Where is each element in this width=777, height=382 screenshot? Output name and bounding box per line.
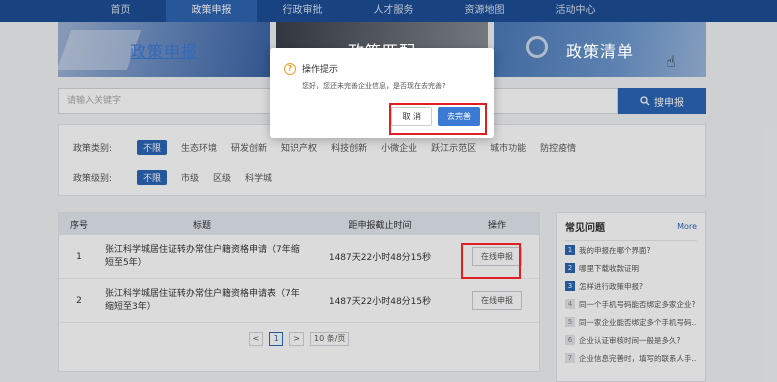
hand-cursor-icon: ☝ — [666, 52, 676, 71]
highlight-box-apply-button — [461, 243, 521, 279]
dialog-message: 您好，您还未完善企业信息，是否现在去完善? — [302, 82, 446, 90]
dialog-header: ? 操作提示 — [284, 62, 480, 75]
banner-title: 政策匹配 — [347, 41, 416, 61]
banner-title: 政策清单 — [565, 41, 634, 61]
dialog-title: 操作提示 — [302, 65, 339, 75]
highlight-box-dialog-buttons — [389, 103, 487, 135]
banner-title: 政策申报 — [129, 41, 198, 61]
warning-icon: ? — [284, 62, 296, 75]
